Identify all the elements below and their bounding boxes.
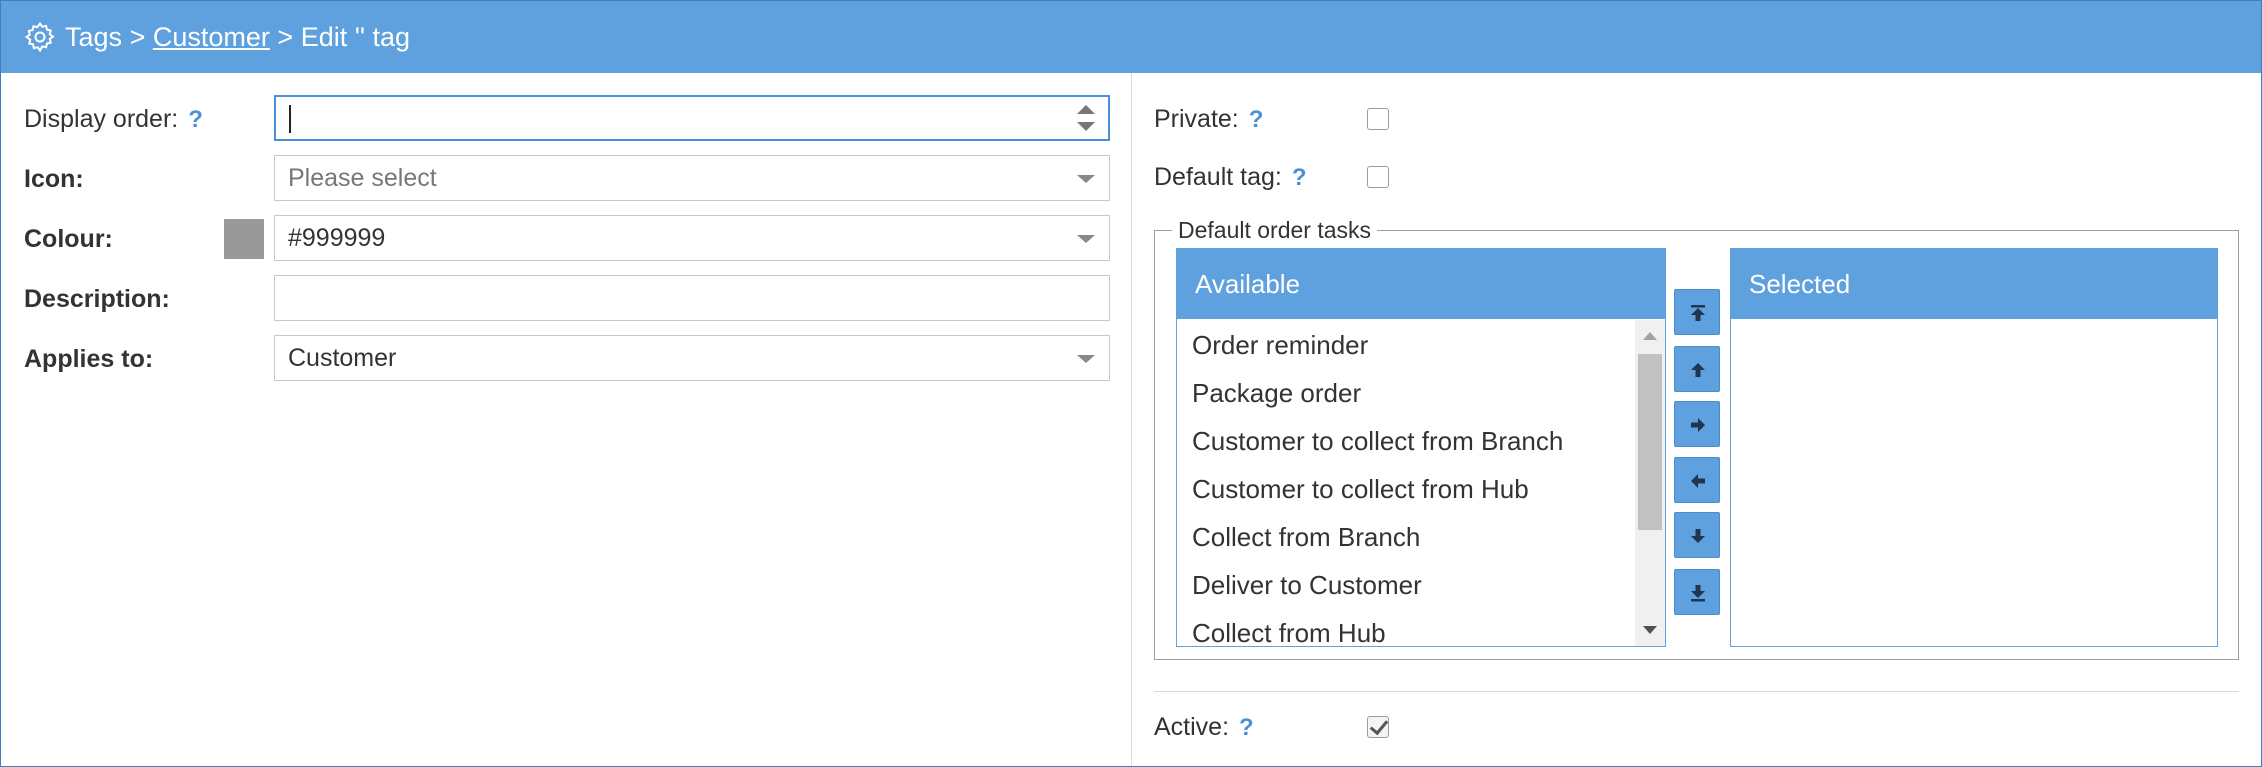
selected-header: Selected [1731,249,2217,319]
spin-up-icon[interactable] [1077,105,1095,114]
move-to-bottom-button[interactable] [1674,569,1720,615]
breadcrumb: Tags > Customer > Edit '' tag [65,20,410,54]
double-arrow-down-icon [1691,585,1705,602]
arrow-right-icon [1691,418,1705,432]
active-checkbox[interactable] [1367,716,1389,738]
section-divider [1154,691,2239,692]
list-item[interactable]: Customer to collect from Hub [1177,465,1665,513]
list-item[interactable]: Collect from Branch [1177,513,1665,561]
description-label: Description: [24,285,170,313]
chevron-down-icon [1077,355,1095,363]
selected-list[interactable]: Selected [1730,248,2218,647]
gear-icon[interactable] [23,20,57,54]
move-left-button[interactable] [1674,457,1720,503]
number-spinner[interactable] [1076,103,1096,135]
breadcrumb-tags: Tags [65,22,123,52]
breadcrumb-separator: > [277,22,294,52]
applies-to-label: Applies to: [24,345,154,373]
arrow-down-icon [1691,529,1705,543]
column-divider [1131,73,1132,766]
scrollbar-thumb[interactable] [1638,354,1662,530]
chevron-down-icon [1077,175,1095,183]
applies-to-value: Customer [288,344,397,372]
list-item[interactable]: Customer to collect from Branch [1177,417,1665,465]
breadcrumb-current: Edit '' tag [300,22,411,52]
text-cursor [289,105,291,133]
scroll-down-icon[interactable] [1643,626,1657,634]
list-item[interactable]: Order reminder [1177,321,1665,369]
available-scrollbar[interactable] [1635,320,1665,646]
colour-value: #999999 [288,224,386,252]
breadcrumb-separator: > [129,22,146,52]
private-checkbox[interactable] [1367,108,1389,130]
arrow-left-icon [1691,474,1705,488]
default-tag-checkbox[interactable] [1367,166,1389,188]
breadcrumb-customer-link[interactable]: Customer [153,22,270,52]
move-up-button[interactable] [1674,346,1720,392]
available-header: Available [1177,249,1665,319]
spin-down-icon[interactable] [1077,122,1095,131]
active-label: Active:? [1154,713,1254,741]
available-list[interactable]: Available Order reminder Package order C… [1176,248,1666,647]
icon-select[interactable]: Please select [274,155,1110,201]
colour-label: Colour: [24,225,113,253]
private-label: Private:? [1154,105,1264,133]
description-input[interactable] [274,275,1110,321]
title-bar: Tags > Customer > Edit '' tag [1,1,2261,73]
help-icon[interactable]: ? [1292,164,1307,191]
edit-tag-window: Tags > Customer > Edit '' tag Display or… [0,0,2262,767]
arrow-up-icon [1691,363,1705,377]
icon-label: Icon: [24,165,84,193]
move-down-button[interactable] [1674,512,1720,558]
scroll-up-icon[interactable] [1643,332,1657,340]
move-to-top-button[interactable] [1674,289,1720,335]
colour-select[interactable]: #999999 [274,215,1110,261]
help-icon[interactable]: ? [1249,106,1264,133]
help-icon[interactable]: ? [188,106,203,133]
list-item[interactable]: Package order [1177,369,1665,417]
double-arrow-up-icon [1691,305,1705,321]
icon-select-placeholder: Please select [288,164,437,192]
display-order-input[interactable] [274,95,1110,141]
colour-swatch [224,219,264,259]
default-order-tasks-legend: Default order tasks [1178,217,1372,243]
move-right-button[interactable] [1674,401,1720,447]
display-order-label: Display order:? [24,105,203,133]
help-icon[interactable]: ? [1239,714,1254,741]
chevron-down-icon [1077,235,1095,243]
list-item[interactable]: Deliver to Customer [1177,561,1665,609]
default-tag-label: Default tag:? [1154,163,1307,191]
list-item[interactable]: Collect from Hub [1177,609,1665,646]
applies-to-select[interactable]: Customer [274,335,1110,381]
